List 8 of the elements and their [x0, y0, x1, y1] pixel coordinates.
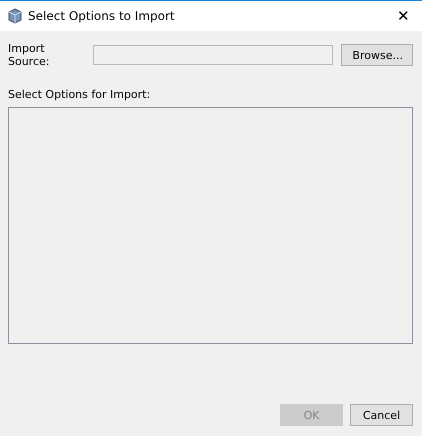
field-label: Import Source:: [8, 42, 50, 68]
import-source-field[interactable]: [92, 45, 334, 65]
cube-icon: [8, 8, 22, 24]
cancel-button[interactable]: Cancel: [350, 404, 413, 426]
window-title: Select Options to Import: [28, 9, 176, 23]
close-button[interactable]: ✕: [393, 7, 414, 25]
section-label: Select Options for Import:: [8, 88, 152, 101]
browse-button[interactable]: Browse...: [341, 44, 414, 66]
